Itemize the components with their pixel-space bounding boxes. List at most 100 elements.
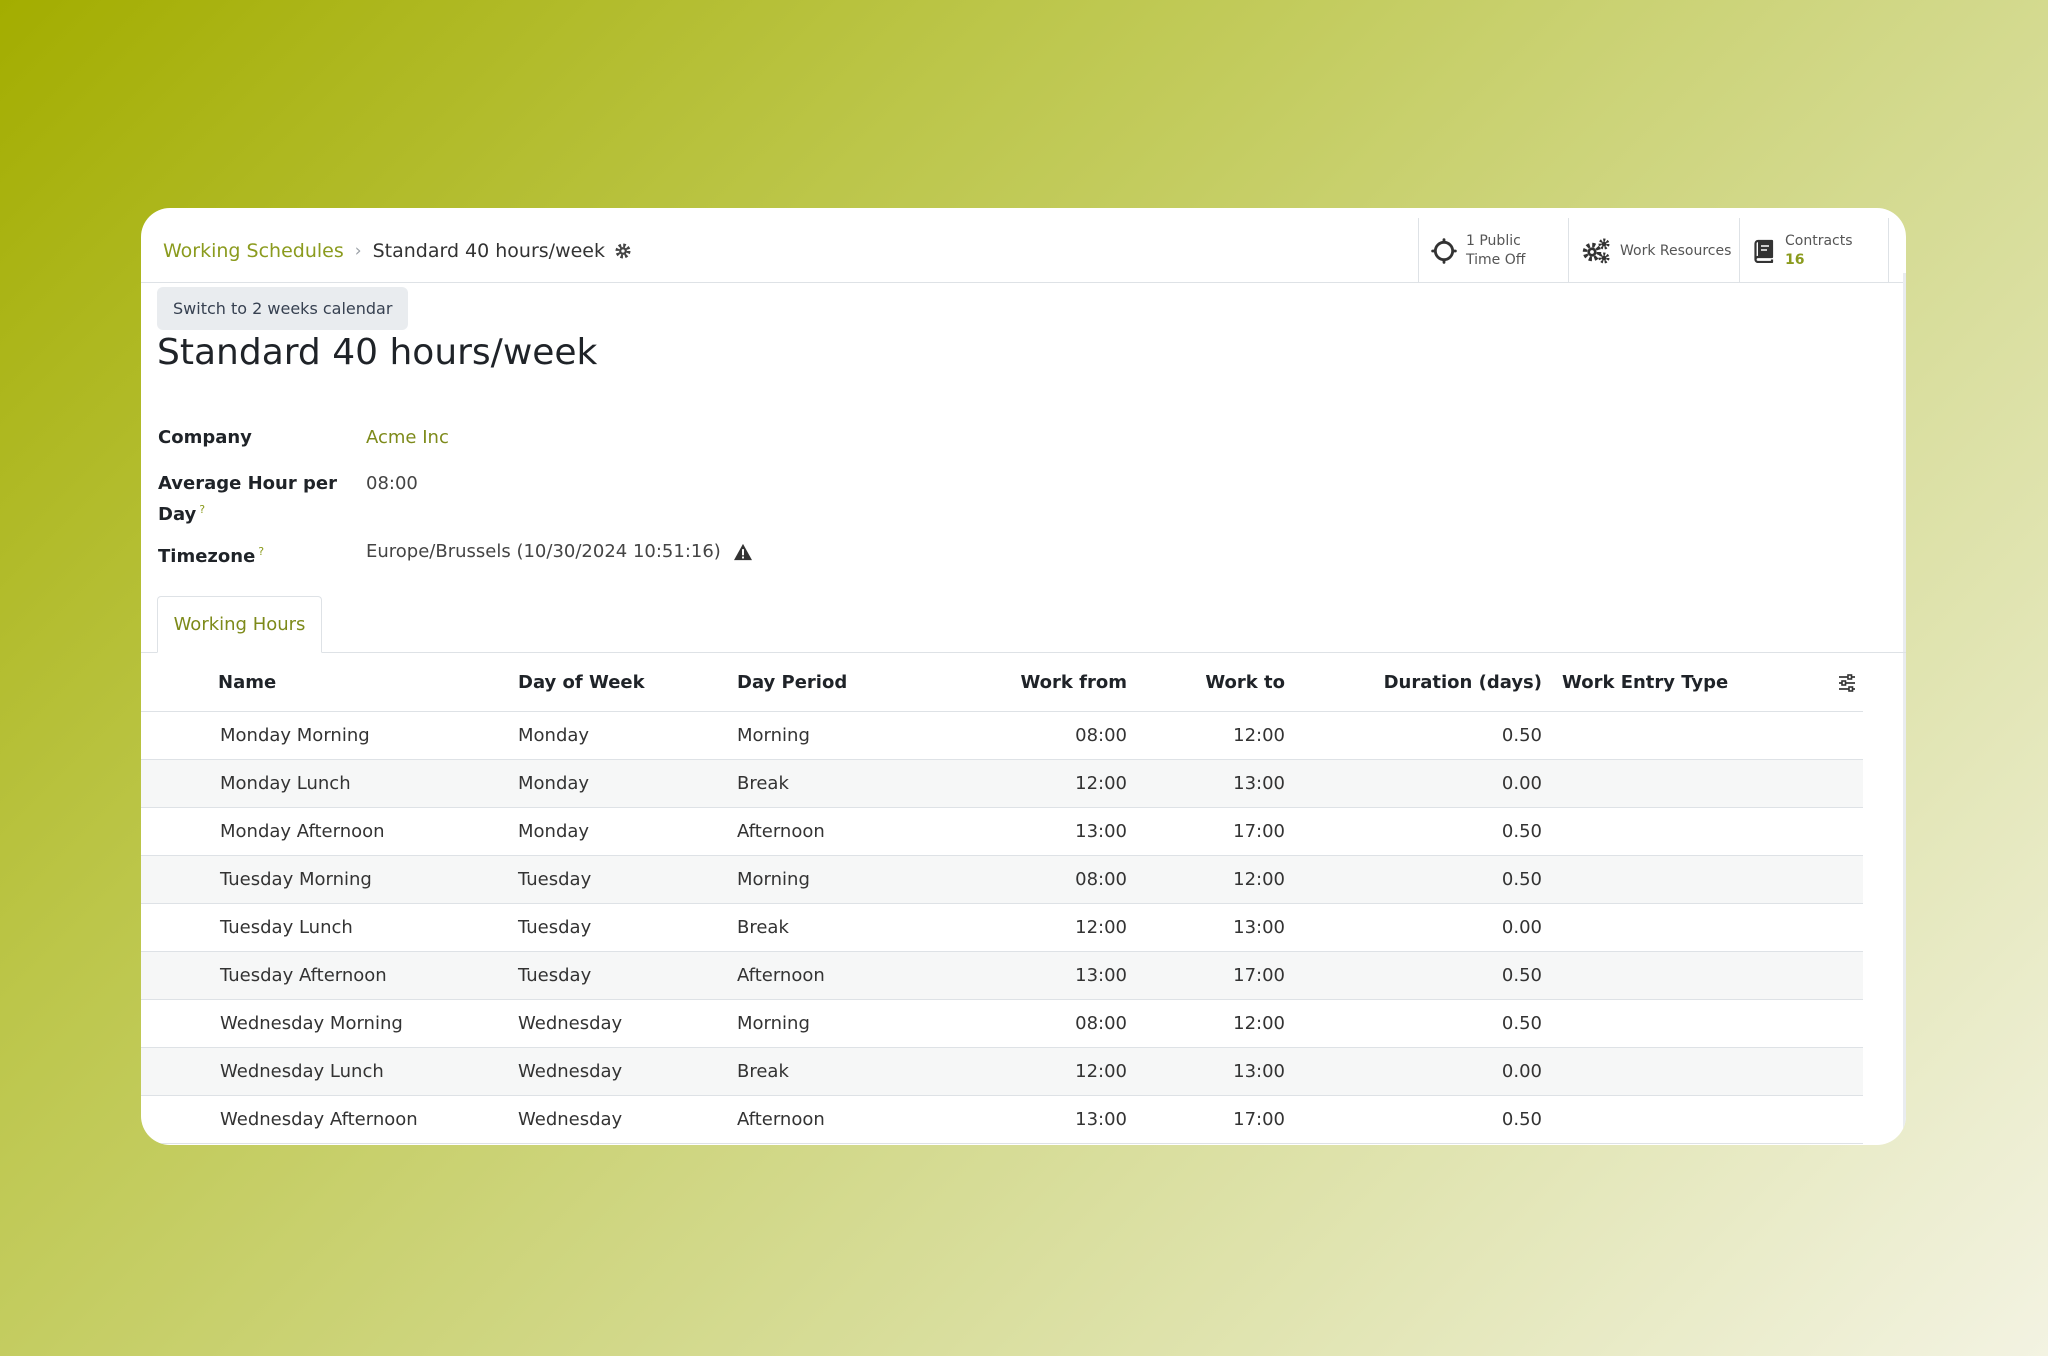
cell-duration[interactable]: 0.00 [1285, 1047, 1542, 1096]
cell-work-entry-type[interactable] [1542, 807, 1802, 856]
cell-duration[interactable]: 0.50 [1285, 1095, 1542, 1144]
cell-work-from[interactable]: 08:00 [935, 999, 1127, 1048]
cell-work-from[interactable]: 12:00 [935, 1047, 1127, 1096]
table-row[interactable]: Monday Lunch Monday Break 12:00 13:00 0.… [141, 759, 1863, 808]
cell-work-entry-type[interactable] [1542, 903, 1802, 952]
cell-work-to[interactable]: 17:00 [1127, 951, 1285, 1000]
cell-work-entry-type[interactable] [1542, 1095, 1802, 1144]
cell-duration[interactable]: 0.50 [1285, 807, 1542, 856]
cell-name[interactable]: Monday Morning [141, 711, 516, 760]
timezone-field[interactable]: Europe/Brussels (10/30/2024 10:51:16) [366, 539, 753, 565]
table-row[interactable]: Wednesday Afternoon Wednesday Afternoon … [141, 1095, 1863, 1144]
public-time-off-line1: 1 Public [1466, 232, 1521, 249]
cell-day-period[interactable]: Break [735, 1047, 935, 1096]
column-header-name[interactable]: Name [141, 653, 516, 712]
gear-icon[interactable] [614, 242, 632, 260]
sliders-icon[interactable] [1837, 673, 1857, 693]
contracts-button[interactable]: Contracts 16 [1739, 218, 1889, 283]
cell-day-of-week[interactable]: Monday [516, 807, 735, 856]
cell-work-to[interactable]: 12:00 [1127, 711, 1285, 760]
cell-name[interactable]: Tuesday Afternoon [141, 951, 516, 1000]
cell-work-from[interactable]: 08:00 [935, 711, 1127, 760]
cell-work-from[interactable]: 13:00 [935, 807, 1127, 856]
timezone-help[interactable]: ? [258, 545, 264, 558]
cell-work-to[interactable]: 12:00 [1127, 855, 1285, 904]
public-time-off-button[interactable]: 1 Public Time Off [1418, 218, 1568, 283]
cell-name[interactable]: Monday Afternoon [141, 807, 516, 856]
cell-day-of-week[interactable]: Wednesday [516, 1047, 735, 1096]
column-header-day-of-week[interactable]: Day of Week [516, 653, 735, 712]
cell-work-to[interactable]: 12:00 [1127, 999, 1285, 1048]
table-row[interactable]: Wednesday Morning Wednesday Morning 08:0… [141, 999, 1863, 1048]
cell-day-period[interactable]: Morning [735, 711, 935, 760]
cell-day-period[interactable]: Break [735, 903, 935, 952]
cell-work-from[interactable]: 08:00 [935, 855, 1127, 904]
working-hours-table: Name Day of Week Day Period Work from Wo… [141, 653, 1863, 1144]
work-resources-label: Work Resources [1620, 242, 1732, 259]
cell-day-of-week[interactable]: Monday [516, 759, 735, 808]
cell-name[interactable]: Wednesday Lunch [141, 1047, 516, 1096]
average-hour-help[interactable]: ? [199, 503, 205, 516]
cell-work-to[interactable]: 13:00 [1127, 759, 1285, 808]
switch-two-weeks-calendar-button[interactable]: Switch to 2 weeks calendar [157, 287, 409, 330]
table-row[interactable]: Wednesday Lunch Wednesday Break 12:00 13… [141, 1047, 1863, 1096]
cell-work-entry-type[interactable] [1542, 951, 1802, 1000]
cell-name[interactable]: Wednesday Morning [141, 999, 516, 1048]
table-row[interactable]: Tuesday Morning Tuesday Morning 08:00 12… [141, 855, 1863, 904]
table-row[interactable]: Monday Morning Monday Morning 08:00 12:0… [141, 711, 1863, 760]
average-hour-value[interactable]: 08:00 [366, 471, 418, 497]
optional-columns-toggle[interactable] [1802, 653, 1863, 712]
cell-work-entry-type[interactable] [1542, 711, 1802, 760]
cell-day-of-week[interactable]: Tuesday [516, 903, 735, 952]
cell-day-period[interactable]: Morning [735, 999, 935, 1048]
cell-duration[interactable]: 0.50 [1285, 951, 1542, 1000]
cell-name[interactable]: Wednesday Afternoon [141, 1095, 516, 1144]
company-value[interactable]: Acme Inc [366, 425, 449, 451]
cell-day-period[interactable]: Afternoon [735, 1095, 935, 1144]
table-row[interactable]: Tuesday Afternoon Tuesday Afternoon 13:0… [141, 951, 1863, 1000]
cell-day-period[interactable]: Break [735, 759, 935, 808]
cell-work-from[interactable]: 12:00 [935, 903, 1127, 952]
cell-day-period[interactable]: Afternoon [735, 807, 935, 856]
cell-day-of-week[interactable]: Tuesday [516, 951, 735, 1000]
breadcrumb-working-schedules[interactable]: Working Schedules [163, 240, 344, 262]
cell-work-entry-type[interactable] [1542, 1047, 1802, 1096]
cell-day-of-week[interactable]: Wednesday [516, 1095, 735, 1144]
table-row[interactable]: Tuesday Lunch Tuesday Break 12:00 13:00 … [141, 903, 1863, 952]
cell-duration[interactable]: 0.50 [1285, 999, 1542, 1048]
notebook-tabs: Working Hours [141, 596, 1906, 653]
cell-work-to[interactable]: 13:00 [1127, 1047, 1285, 1096]
cell-duration[interactable]: 0.50 [1285, 855, 1542, 904]
cell-duration[interactable]: 0.50 [1285, 711, 1542, 760]
column-header-work-entry-type[interactable]: Work Entry Type [1542, 653, 1802, 712]
cell-work-entry-type[interactable] [1542, 999, 1802, 1048]
cell-work-to[interactable]: 17:00 [1127, 807, 1285, 856]
column-header-work-from[interactable]: Work from [935, 653, 1127, 712]
cell-day-of-week[interactable]: Monday [516, 711, 735, 760]
cell-work-to[interactable]: 17:00 [1127, 1095, 1285, 1144]
cell-name[interactable]: Tuesday Morning [141, 855, 516, 904]
cell-name[interactable]: Monday Lunch [141, 759, 516, 808]
cell-name[interactable]: Tuesday Lunch [141, 903, 516, 952]
cell-duration[interactable]: 0.00 [1285, 759, 1542, 808]
cell-day-of-week[interactable]: Wednesday [516, 999, 735, 1048]
tab-working-hours[interactable]: Working Hours [157, 596, 322, 653]
cell-work-from[interactable]: 13:00 [935, 1095, 1127, 1144]
cell-work-from[interactable]: 13:00 [935, 951, 1127, 1000]
column-header-duration[interactable]: Duration (days) [1285, 653, 1542, 712]
cell-duration[interactable]: 0.00 [1285, 903, 1542, 952]
cell-day-of-week[interactable]: Tuesday [516, 855, 735, 904]
cell-spacer [1802, 759, 1863, 808]
work-resources-button[interactable]: Work Resources [1568, 218, 1739, 283]
cell-work-entry-type[interactable] [1542, 759, 1802, 808]
cell-spacer [1802, 1095, 1863, 1144]
column-header-work-to[interactable]: Work to [1127, 653, 1285, 712]
cell-work-from[interactable]: 12:00 [935, 759, 1127, 808]
breadcrumb-separator: › [354, 240, 362, 261]
cell-day-period[interactable]: Morning [735, 855, 935, 904]
column-header-day-period[interactable]: Day Period [735, 653, 935, 712]
cell-day-period[interactable]: Afternoon [735, 951, 935, 1000]
cell-work-entry-type[interactable] [1542, 855, 1802, 904]
cell-work-to[interactable]: 13:00 [1127, 903, 1285, 952]
table-row[interactable]: Monday Afternoon Monday Afternoon 13:00 … [141, 807, 1863, 856]
